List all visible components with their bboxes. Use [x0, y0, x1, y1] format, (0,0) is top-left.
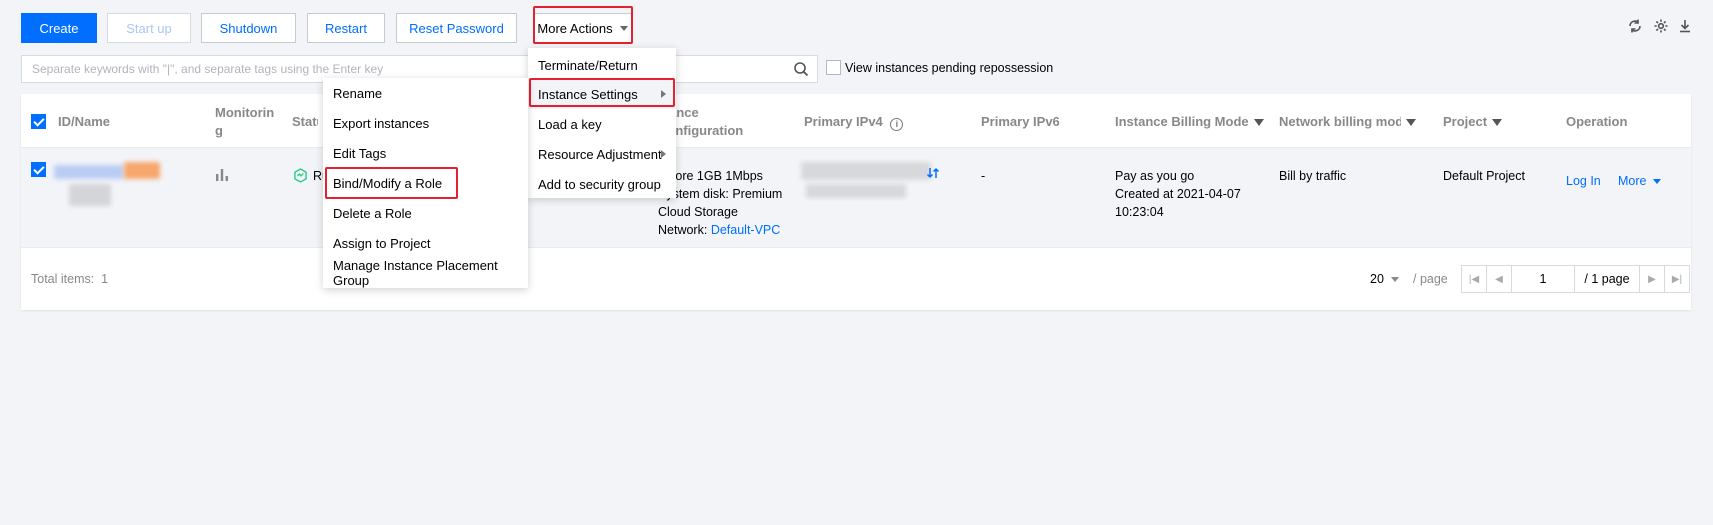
instance-table: ID/Name Monitoring Status Instance Confi…: [21, 94, 1691, 310]
settings-icon[interactable]: [1652, 18, 1670, 36]
menu-item-load-key[interactable]: Load a key: [528, 109, 676, 139]
header-network-billing: Network billing mode: [1279, 113, 1419, 131]
config-line2: System disk: Premium: [658, 187, 783, 201]
menu-item-instance-settings[interactable]: Instance Settings: [528, 79, 676, 109]
page-total: / 1 page: [1574, 265, 1640, 293]
download-icon[interactable]: [1676, 18, 1694, 36]
header-project: Project: [1443, 113, 1503, 131]
more-actions-menu: Terminate/Return Instance Settings Load …: [528, 48, 676, 198]
header-network-billing-label: Network billing mode: [1279, 114, 1401, 129]
info-icon[interactable]: i: [890, 118, 904, 131]
last-page-button[interactable]: ▶|: [1664, 265, 1690, 293]
header-billing-mode-label: Instance Billing Mode: [1115, 114, 1249, 129]
menu-item-placement-group[interactable]: Manage Instance Placement Group: [323, 258, 528, 288]
filter-icon[interactable]: [1406, 119, 1416, 127]
table-row[interactable]: Running 1-core 1GB 1Mbps System disk: Pr…: [21, 148, 1691, 248]
page-size-select[interactable]: 20: [1370, 272, 1400, 286]
header-primary-ipv4: Primary IPv4 i: [804, 113, 904, 131]
header-primary-ipv4-label: Primary IPv4: [804, 114, 883, 129]
menu-item-delete-role[interactable]: Delete a Role: [323, 198, 528, 228]
header-billing-mode: Instance Billing Mode: [1115, 113, 1264, 131]
header-id-name: ID/Name: [58, 114, 111, 129]
restart-button[interactable]: Restart: [307, 13, 385, 43]
pending-repossession-label: View instances pending repossession: [845, 61, 1054, 75]
total-items: Total items: 1: [31, 272, 109, 286]
instance-name-redacted: [69, 184, 111, 206]
more-actions-label: More Actions: [537, 20, 613, 36]
more-actions-button[interactable]: More Actions: [533, 13, 632, 43]
header-primary-ipv6: Primary IPv6: [981, 114, 1060, 129]
menu-item-edit-tags[interactable]: Edit Tags: [323, 138, 528, 168]
chevron-down-icon: [1652, 179, 1661, 185]
billing-line2: Created at 2021-04-07: [1115, 187, 1241, 201]
project-value: Default Project: [1443, 169, 1525, 183]
chevron-right-icon: [661, 90, 666, 98]
page-input[interactable]: 1: [1511, 265, 1575, 293]
start-up-button[interactable]: Start up: [107, 13, 191, 43]
more-operation-label: More: [1618, 174, 1647, 188]
switch-ip-icon[interactable]: [926, 166, 940, 183]
filter-icon[interactable]: [1492, 119, 1503, 127]
ipv4-redacted-2: [806, 184, 906, 198]
header-project-label: Project: [1443, 114, 1488, 129]
login-link[interactable]: Log In: [1566, 172, 1601, 190]
page-size-value: 20: [1370, 272, 1384, 286]
menu-item-assign-project[interactable]: Assign to Project: [323, 228, 528, 258]
instance-id-redacted-accent: [124, 162, 160, 179]
billing-line3: 10:23:04: [1115, 205, 1164, 219]
billing-line1: Pay as you go: [1115, 169, 1195, 183]
more-operation-link[interactable]: More: [1618, 172, 1661, 190]
filter-icon[interactable]: [1253, 119, 1264, 127]
config-network: Network: Default-VPC: [658, 221, 780, 239]
running-status-icon: [293, 168, 308, 186]
network-link[interactable]: Default-VPC: [711, 223, 780, 237]
menu-item-resource-adjustment-label: Resource Adjustment: [538, 146, 662, 162]
refresh-icon[interactable]: [1626, 18, 1644, 36]
menu-item-security-group[interactable]: Add to security group: [528, 169, 676, 199]
first-page-button[interactable]: |◀: [1461, 265, 1487, 293]
shutdown-button[interactable]: Shutdown: [201, 13, 296, 43]
next-page-button[interactable]: ▶: [1639, 265, 1665, 293]
instance-id-redacted[interactable]: [54, 165, 124, 179]
network-label: Network:: [658, 223, 708, 237]
chevron-down-icon: [1391, 277, 1400, 283]
network-billing-value: Bill by traffic: [1279, 169, 1347, 183]
menu-item-export-instances[interactable]: Export instances: [323, 108, 528, 138]
monitoring-chart-icon[interactable]: [215, 168, 229, 185]
instance-settings-submenu: Rename Export instances Edit Tags Bind/M…: [323, 78, 528, 288]
menu-item-terminate[interactable]: Terminate/Return: [528, 50, 676, 80]
menu-item-instance-settings-label: Instance Settings: [538, 86, 638, 102]
menu-item-rename[interactable]: Rename: [323, 78, 528, 108]
select-all-checkbox[interactable]: [31, 114, 46, 129]
header-monitoring: Monitoring: [215, 105, 275, 138]
per-page-label: / page: [1413, 272, 1448, 286]
reset-password-button[interactable]: Reset Password: [396, 13, 517, 43]
header-operation: Operation: [1566, 114, 1628, 129]
ipv6-value: -: [981, 169, 986, 183]
chevron-right-icon: [661, 150, 666, 158]
row-checkbox[interactable]: [31, 162, 46, 177]
config-line3: Cloud Storage: [658, 205, 738, 219]
pending-repossession-checkbox[interactable]: [826, 60, 841, 75]
menu-item-resource-adjustment[interactable]: Resource Adjustment: [528, 139, 676, 169]
header-status: Status: [292, 114, 318, 129]
search-icon[interactable]: [793, 61, 809, 80]
chevron-down-icon: [619, 25, 628, 31]
table-header: ID/Name Monitoring Status Instance Confi…: [21, 94, 1691, 148]
create-button[interactable]: Create: [21, 13, 97, 43]
prev-page-button[interactable]: ◀: [1486, 265, 1512, 293]
ipv4-redacted[interactable]: [801, 162, 931, 180]
menu-item-bind-modify-role[interactable]: Bind/Modify a Role: [323, 168, 528, 198]
